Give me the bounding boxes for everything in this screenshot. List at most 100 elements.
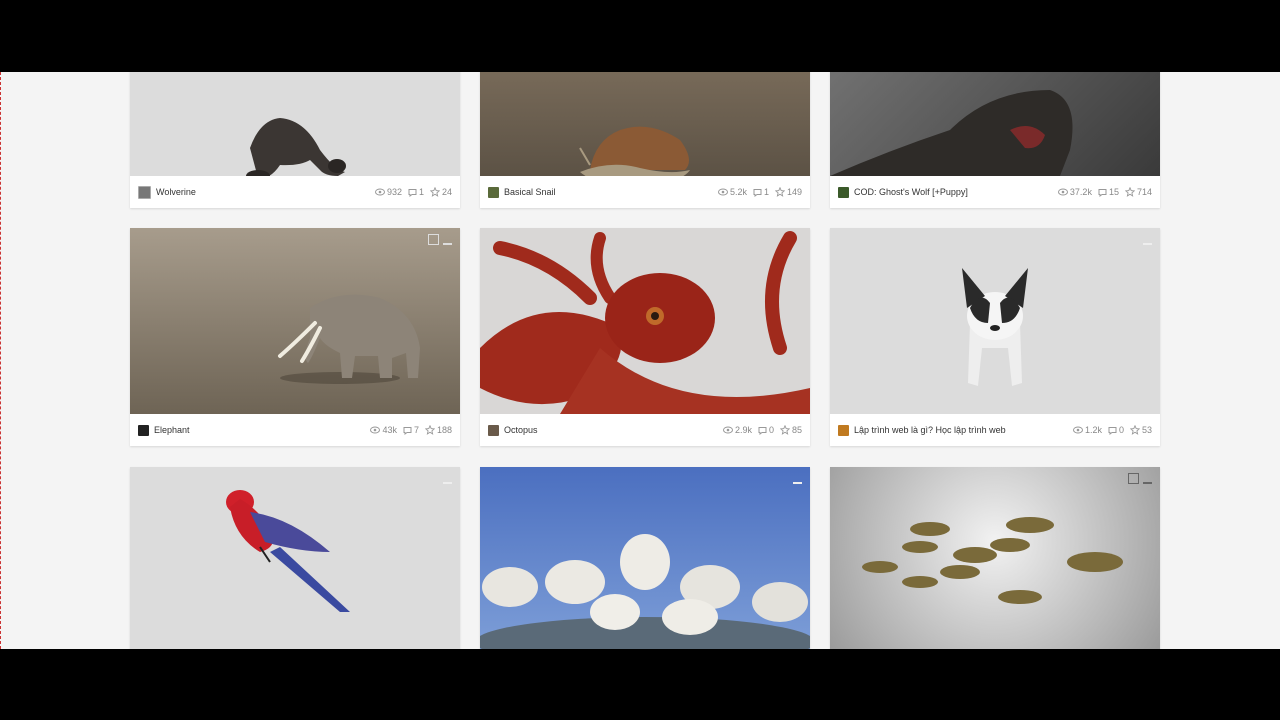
likes-stat[interactable]: 53 — [1129, 425, 1152, 435]
model-thumbnail[interactable] — [130, 467, 460, 649]
card-footer: Octopus 2.9k 0 85 — [480, 414, 810, 446]
model-card-parrot[interactable] — [130, 467, 460, 649]
card-footer: Basical Snail 5.2k 1 149 — [480, 176, 810, 208]
star-icon — [779, 425, 790, 435]
star-icon — [1129, 425, 1140, 435]
model-card-fish-school[interactable] — [830, 467, 1160, 649]
download-icon[interactable] — [443, 473, 452, 484]
star-icon — [429, 187, 440, 197]
sheep-image — [480, 534, 810, 649]
model-card-sheep-herd[interactable] — [480, 467, 810, 649]
model-stats: 1.2k 0 53 — [1067, 425, 1152, 435]
model-stats: 932 1 24 — [369, 187, 452, 197]
likes-stat[interactable]: 188 — [424, 425, 452, 435]
model-thumbnail[interactable] — [480, 72, 810, 176]
model-thumbnail[interactable] — [830, 467, 1160, 649]
views-stat: 5.2k — [717, 187, 747, 197]
card-actions — [428, 234, 452, 245]
parrot-image — [226, 490, 350, 612]
model-stats: 37.2k 15 714 — [1052, 187, 1152, 197]
views-stat: 2.9k — [722, 425, 752, 435]
snail-image — [579, 126, 690, 176]
comment-icon — [408, 188, 417, 197]
comment-icon — [1098, 188, 1107, 197]
card-actions — [1128, 473, 1152, 484]
model-stats: 5.2k 1 149 — [712, 187, 802, 197]
card-footer: Wolverine 932 1 24 — [130, 176, 460, 208]
model-title[interactable]: COD: Ghost's Wolf [+Puppy] — [854, 187, 1052, 197]
model-title[interactable]: Elephant — [154, 425, 364, 435]
model-thumbnail[interactable] — [480, 467, 810, 649]
gallery-icon[interactable] — [428, 234, 439, 245]
card-footer: COD: Ghost's Wolf [+Puppy] 37.2k 15 714 — [830, 176, 1160, 208]
card-actions — [443, 473, 452, 484]
download-icon[interactable] — [1143, 473, 1152, 484]
likes-stat[interactable]: 149 — [774, 187, 802, 197]
model-title[interactable]: Wolverine — [156, 187, 369, 197]
comments-stat: 0 — [1108, 425, 1124, 435]
eye-icon — [370, 426, 381, 434]
model-card-wolverine[interactable]: Wolverine 932 1 24 — [130, 72, 460, 208]
model-thumbnail[interactable] — [830, 72, 1160, 176]
card-footer: Elephant 43k 7 188 — [130, 414, 460, 446]
likes-stat[interactable]: 714 — [1124, 187, 1152, 197]
eye-icon — [1072, 426, 1083, 434]
octopus-image — [480, 231, 810, 414]
likes-stat[interactable]: 24 — [429, 187, 452, 197]
author-avatar[interactable] — [488, 186, 499, 198]
views-stat: 932 — [374, 187, 402, 197]
comments-stat: 7 — [403, 425, 419, 435]
star-icon — [1124, 187, 1135, 197]
comments-stat: 0 — [758, 425, 774, 435]
model-card-web-programming[interactable]: Lập trình web là gì? Học lập trình web 1… — [830, 228, 1160, 446]
wolverine-image — [246, 118, 346, 176]
model-thumbnail[interactable] — [130, 72, 460, 176]
download-icon[interactable] — [793, 473, 802, 484]
model-thumbnail[interactable] — [480, 228, 810, 414]
eye-icon — [722, 426, 733, 434]
model-grid: Wolverine 932 1 24 Basical Snail 5.2k 1 … — [0, 72, 1280, 649]
views-stat: 1.2k — [1072, 425, 1102, 435]
author-avatar[interactable] — [138, 185, 151, 199]
elephant-image — [278, 294, 420, 384]
comments-stat: 15 — [1098, 187, 1119, 197]
bulldog-image — [962, 268, 1028, 386]
fish-image — [862, 517, 1123, 604]
author-avatar[interactable] — [838, 186, 849, 198]
model-thumbnail[interactable] — [830, 228, 1160, 414]
card-actions — [793, 473, 802, 484]
eye-icon — [374, 188, 385, 196]
author-avatar[interactable] — [138, 424, 149, 436]
author-avatar[interactable] — [488, 424, 499, 436]
author-avatar[interactable] — [838, 424, 849, 436]
eye-icon — [1057, 188, 1068, 196]
card-actions — [1143, 234, 1152, 245]
model-thumbnail[interactable] — [130, 228, 460, 414]
wolf-image — [830, 90, 1073, 176]
gallery-icon[interactable] — [1128, 473, 1139, 484]
model-title[interactable]: Lập trình web là gì? Học lập trình web — [854, 425, 1067, 435]
star-icon — [774, 187, 785, 197]
star-icon — [424, 425, 435, 435]
comment-icon — [403, 426, 412, 435]
model-stats: 43k 7 188 — [364, 425, 452, 435]
model-card-octopus[interactable]: Octopus 2.9k 0 85 — [480, 228, 810, 446]
comments-stat: 1 — [408, 187, 424, 197]
model-stats: 2.9k 0 85 — [717, 425, 802, 435]
model-card-basical-snail[interactable]: Basical Snail 5.2k 1 149 — [480, 72, 810, 208]
comment-icon — [758, 426, 767, 435]
likes-stat[interactable]: 85 — [779, 425, 802, 435]
model-title[interactable]: Basical Snail — [504, 187, 712, 197]
model-card-elephant[interactable]: Elephant 43k 7 188 — [130, 228, 460, 446]
download-icon[interactable] — [1143, 234, 1152, 245]
model-title[interactable]: Octopus — [504, 425, 717, 435]
download-icon[interactable] — [443, 234, 452, 245]
comments-stat: 1 — [753, 187, 769, 197]
comment-icon — [1108, 426, 1117, 435]
comment-icon — [753, 188, 762, 197]
model-card-ghosts-wolf[interactable]: COD: Ghost's Wolf [+Puppy] 37.2k 15 714 — [830, 72, 1160, 208]
eye-icon — [717, 188, 728, 196]
card-footer: Lập trình web là gì? Học lập trình web 1… — [830, 414, 1160, 446]
views-stat: 37.2k — [1057, 187, 1092, 197]
views-stat: 43k — [370, 425, 397, 435]
